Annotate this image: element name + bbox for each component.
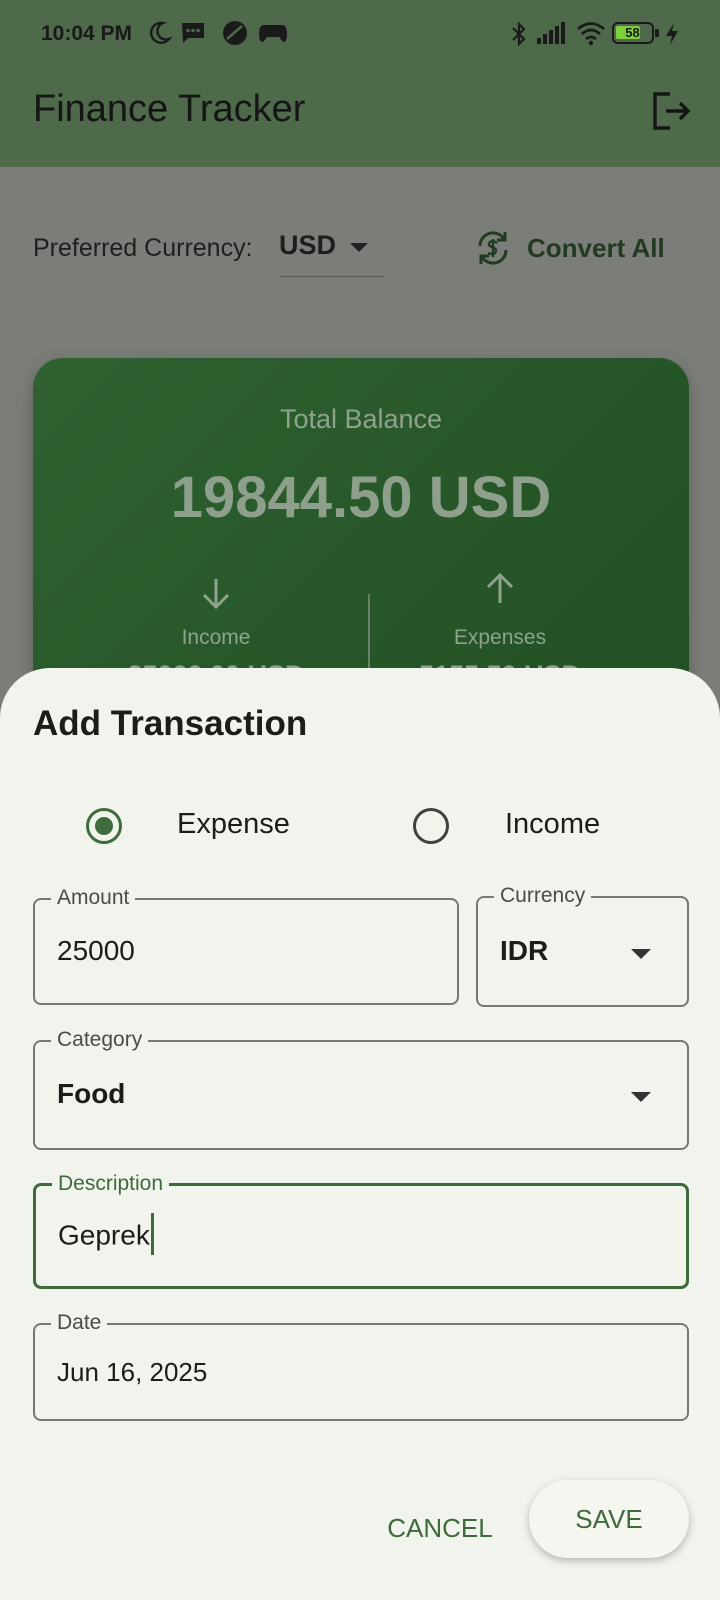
income-radio[interactable] xyxy=(413,808,449,844)
income-label: Income xyxy=(181,626,251,649)
date-field-label: Date xyxy=(51,1311,108,1335)
category-field-label: Category xyxy=(51,1028,149,1052)
status-time: 10:04 PM xyxy=(41,22,133,45)
income-radio-label: Income xyxy=(505,808,601,840)
chevron-down-icon xyxy=(350,243,368,252)
currency-select[interactable]: Currency IDR xyxy=(476,884,689,1007)
currency-value: IDR xyxy=(500,935,549,966)
message-icon xyxy=(182,23,204,43)
select-underline xyxy=(279,276,384,277)
app-bar: Finance Tracker xyxy=(0,70,720,167)
date-field[interactable]: Date Jun 16, 2025 xyxy=(33,1311,689,1421)
arrow-down-icon xyxy=(202,579,230,610)
amount-input[interactable]: 25000 xyxy=(57,935,135,967)
battery-icon: 58 xyxy=(612,22,659,44)
arrow-up-icon xyxy=(486,572,514,603)
sheet-title: Add Transaction xyxy=(33,704,308,743)
category-select[interactable]: Category Food xyxy=(33,1028,689,1150)
expense-radio-label: Expense xyxy=(177,808,290,840)
bluetooth-icon xyxy=(512,21,526,47)
add-transaction-sheet: Add Transaction Expense Income Amount 25… xyxy=(0,668,720,1600)
preferred-currency-value: USD xyxy=(279,230,337,260)
app-icon xyxy=(223,21,247,45)
signal-icon xyxy=(537,22,565,44)
description-field[interactable]: Description Geprek xyxy=(33,1172,689,1289)
convert-all-label: Convert All xyxy=(527,233,665,263)
amount-field-label: Amount xyxy=(51,886,136,910)
expense-radio[interactable] xyxy=(86,808,122,844)
chevron-down-icon xyxy=(631,949,651,959)
total-balance-value: 19844.50 USD xyxy=(170,465,552,530)
currency-field-label: Currency xyxy=(494,884,592,908)
description-input[interactable]: Geprek xyxy=(58,1213,154,1258)
moon-icon xyxy=(149,21,172,44)
preferred-currency-label: Preferred Currency: xyxy=(33,234,253,262)
gamepad-icon xyxy=(259,25,287,42)
status-bar: 10:04 PM 58 xyxy=(0,0,720,70)
expenses-label: Expenses xyxy=(453,626,547,649)
cancel-button[interactable]: CANCEL xyxy=(380,1500,500,1556)
date-value[interactable]: Jun 16, 2025 xyxy=(57,1357,207,1388)
charging-icon xyxy=(666,23,678,45)
description-text: Geprek xyxy=(58,1219,150,1251)
wifi-icon xyxy=(577,22,605,46)
text-cursor xyxy=(150,1213,154,1255)
save-button[interactable]: SAVE xyxy=(529,1480,689,1558)
logout-icon[interactable] xyxy=(650,90,692,132)
currency-exchange-icon xyxy=(478,231,508,265)
amount-field[interactable]: Amount 25000 xyxy=(33,886,459,1005)
app-title: Finance Tracker xyxy=(33,88,306,130)
total-balance-label: Total Balance xyxy=(279,404,443,434)
category-value: Food xyxy=(57,1078,126,1109)
chevron-down-icon xyxy=(631,1092,651,1102)
description-field-label: Description xyxy=(52,1172,170,1196)
battery-level: 58 xyxy=(625,25,640,40)
